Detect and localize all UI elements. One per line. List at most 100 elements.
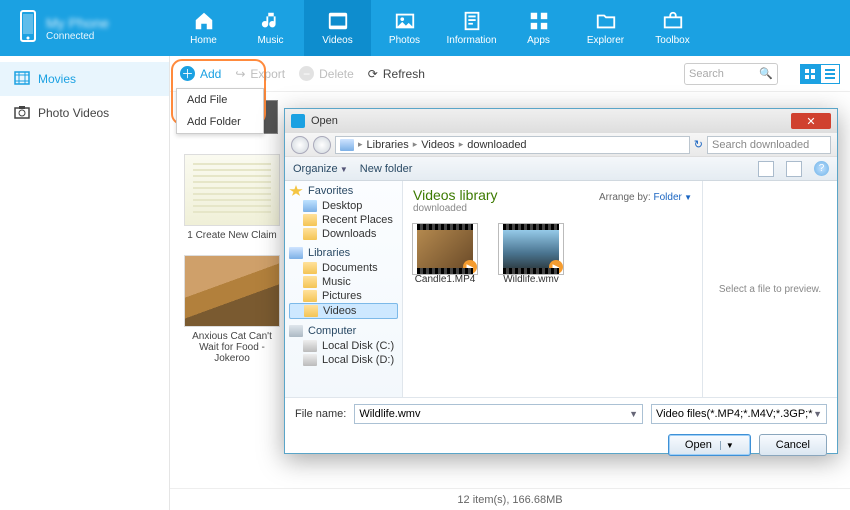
library-subheading: downloaded [413,203,692,214]
tree-desktop[interactable]: Desktop [289,199,398,213]
file-item[interactable]: ▶ Wildlife.wmv [499,224,563,285]
file-thumbnail: ▶ [413,224,477,274]
nav-home[interactable]: Home [170,0,237,56]
library-icon [289,247,303,259]
filetype-filter[interactable]: Video files(*.MP4;*.M4V;*.3GP;*▼ [651,404,827,424]
video-label: 1 Create New Claim [187,230,276,241]
preview-pane-button[interactable] [786,161,802,177]
file-list: Videos library downloaded Arrange by: Fo… [403,181,703,397]
tree-documents[interactable]: Documents [289,261,398,275]
sidebar-item-photovideos[interactable]: Photo Videos [0,96,169,130]
video-thumbnail [184,154,280,226]
filename-label: File name: [295,408,346,420]
video-item[interactable]: Anxious Cat Can't Wait for Food - Jokero… [182,255,282,364]
tree-disk-d[interactable]: Local Disk (D:) [289,353,398,367]
export-button[interactable]: ↪Export [235,67,285,81]
nav-information[interactable]: Information [438,0,505,56]
breadcrumb[interactable]: ▸ Libraries▸ Videos▸ downloaded [335,136,690,154]
star-icon [289,185,303,197]
chevron-down-icon[interactable]: ▼ [813,409,822,419]
folder-icon [303,214,317,226]
chevron-down-icon[interactable]: ▼ [629,409,638,419]
open-button[interactable]: Open▼ [668,434,751,456]
phone-icon [18,10,38,47]
arrange-by-dropdown[interactable]: Folder [654,192,693,203]
forward-button[interactable] [313,136,331,154]
dialog-titlebar[interactable]: Open ✕ [285,109,837,133]
tree-music[interactable]: Music [289,275,398,289]
cancel-button[interactable]: Cancel [759,434,827,456]
help-icon[interactable]: ? [814,161,829,176]
nav: Home Music Videos Photos Information App… [170,0,706,56]
toolbar: ＋ Add Add File Add Folder ➤ ↪Export −Del… [170,56,850,92]
add-file-menuitem[interactable]: Add File [177,89,263,111]
tree-favorites[interactable]: Favorites [289,185,398,197]
chevron-down-icon[interactable]: ▼ [720,441,734,450]
file-item[interactable]: ▶ Candle1.MP4 [413,224,477,285]
video-label: Anxious Cat Can't Wait for Food - Jokero… [182,331,282,364]
tree-disk-c[interactable]: Local Disk (C:) [289,339,398,353]
sidebar-item-label: Movies [38,72,76,86]
tree-libraries[interactable]: Libraries [289,247,398,259]
folder-icon [303,290,317,302]
library-icon [340,139,354,151]
list-view-button[interactable] [820,64,840,84]
file-label: Wildlife.wmv [503,274,559,285]
video-item[interactable]: 1 Create New Claim [182,154,282,241]
folder-icon [303,276,317,288]
play-icon: ▶ [549,260,563,274]
open-file-dialog: Open ✕ ▸ Libraries▸ Videos▸ downloaded ↻… [284,108,838,454]
nav-toolbox[interactable]: Toolbox [639,0,706,56]
nav-photos[interactable]: Photos [371,0,438,56]
folder-icon [303,228,317,240]
tree-videos[interactable]: Videos [289,303,398,319]
delete-button[interactable]: −Delete [299,66,354,81]
desktop-icon [303,200,317,212]
refresh-button[interactable]: ⟳Refresh [368,67,425,81]
grid-view-button[interactable] [800,64,820,84]
device-name: My Phone [46,15,109,31]
view-options-button[interactable] [758,161,774,177]
computer-icon [289,325,303,337]
close-button[interactable]: ✕ [791,113,831,129]
search-input[interactable]: Search🔍 [684,63,778,85]
add-folder-menuitem[interactable]: Add Folder [177,111,263,133]
refresh-icon[interactable]: ↻ [694,138,703,151]
sidebar-item-label: Photo Videos [38,106,109,120]
arrange-by: Arrange by: Folder [599,192,692,203]
camera-icon [14,105,30,122]
dialog-title: Open [311,115,338,127]
export-icon: ↪ [235,67,245,81]
preview-pane: Select a file to preview. [703,181,837,397]
sidebar-item-movies[interactable]: Movies [0,62,169,96]
nav-explorer[interactable]: Explorer [572,0,639,56]
tree-computer[interactable]: Computer [289,325,398,337]
refresh-icon: ⟳ [368,67,378,81]
add-menu: Add File Add Folder [176,88,264,134]
new-folder-button[interactable]: New folder [360,163,413,175]
dialog-search-input[interactable]: Search downloaded [707,136,831,154]
disk-icon [303,354,317,366]
organize-button[interactable]: Organize [293,163,348,175]
topbar: My Phone Connected Home Music Videos Pho… [0,0,850,56]
video-thumbnail [184,255,280,327]
nav-apps[interactable]: Apps [505,0,572,56]
app-icon [291,114,305,128]
nav-videos[interactable]: Videos [304,0,371,56]
nav-tree: Favorites Desktop Recent Places Download… [285,181,403,397]
search-icon: 🔍 [759,67,773,80]
device-status: Connected [46,31,109,42]
file-thumbnail: ▶ [499,224,563,274]
add-button[interactable]: ＋ Add [180,66,221,81]
filename-input[interactable]: Wildlife.wmv▼ [354,404,643,424]
file-label: Candle1.MP4 [415,274,476,285]
tree-recent[interactable]: Recent Places [289,213,398,227]
folder-icon [303,262,317,274]
status-bar: 12 item(s), 166.68MB [170,488,850,510]
nav-music[interactable]: Music [237,0,304,56]
disk-icon [303,340,317,352]
device-panel[interactable]: My Phone Connected [0,10,170,47]
back-button[interactable] [291,136,309,154]
tree-pictures[interactable]: Pictures [289,289,398,303]
tree-downloads[interactable]: Downloads [289,227,398,241]
